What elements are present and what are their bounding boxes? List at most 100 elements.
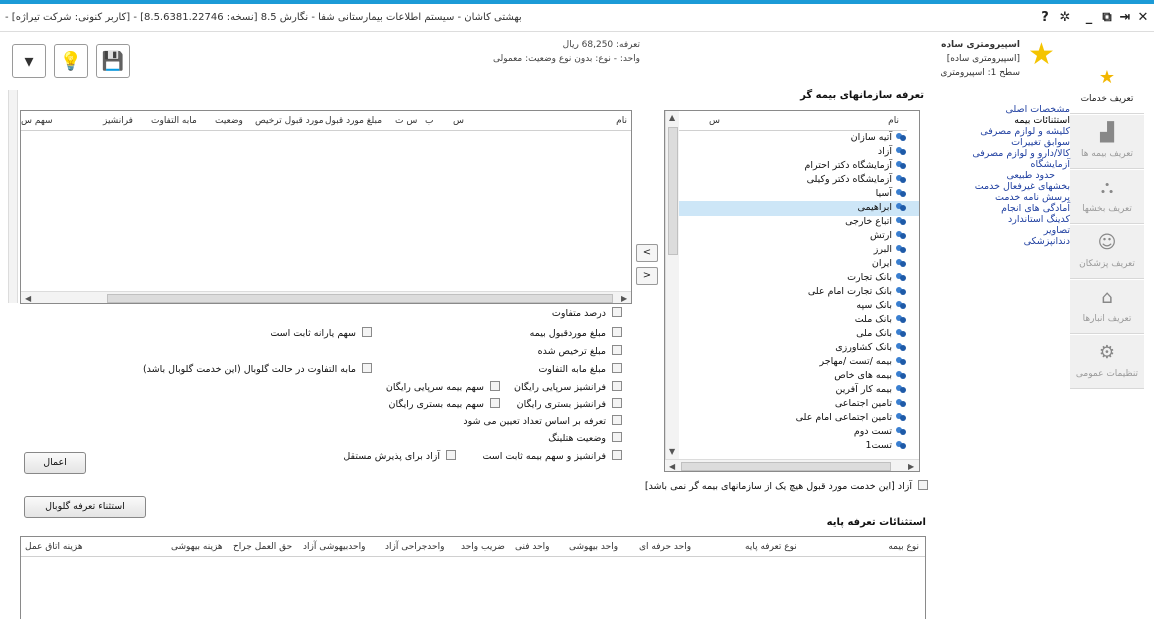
insurer-item[interactable]: آزمایشگاه دکتر احترام — [805, 159, 908, 174]
nav-item-doctors[interactable]: ☺ تعریف پزشکان — [1070, 225, 1144, 279]
checkbox-box[interactable] — [362, 327, 372, 337]
col-header: ب — [425, 116, 434, 126]
checkbox-box[interactable] — [612, 363, 622, 373]
close-button[interactable]: ✕ — [1134, 9, 1152, 27]
global-tariff-exception-button[interactable]: استثناء تعرفه گلوبال — [24, 496, 146, 518]
insurer-item[interactable]: بانک تجارت — [847, 271, 907, 286]
scroll-thumb[interactable] — [681, 462, 891, 471]
apply-button[interactable]: اعمال — [24, 452, 86, 474]
insurer-item[interactable]: بانک ملت — [855, 313, 907, 328]
checkbox-fixed-franchise[interactable]: فرانشیز و سهم بیمه ثابت است — [482, 450, 622, 464]
insurer-item[interactable]: ارتش — [870, 229, 907, 244]
scroll-thumb[interactable] — [107, 294, 613, 303]
insurer-item[interactable]: آسیا — [876, 187, 907, 202]
insurer-item[interactable]: ایران — [872, 257, 907, 272]
insurer-item[interactable]: اتباع خارجی — [845, 215, 907, 230]
tree-item[interactable]: آزمایشگاه — [1031, 159, 1070, 170]
checkbox-count-based-tariff[interactable]: تعرفه بر اساس تعداد تعیین می شود — [463, 415, 622, 429]
tree-item[interactable]: سوابق تغییرات — [1011, 137, 1070, 148]
insurer-item[interactable]: بیمه کار آفرین — [836, 383, 907, 398]
save-button[interactable]: 💾 — [96, 44, 130, 78]
title-divider — [0, 31, 1154, 32]
add-insurer-button[interactable]: < — [636, 244, 658, 262]
checkbox-box[interactable] — [612, 415, 622, 425]
checkbox-box[interactable] — [490, 381, 500, 391]
page-vscroll[interactable] — [8, 90, 18, 303]
insurance-icon: ▟ — [1100, 122, 1114, 143]
tree-item[interactable]: پرسش نامه خدمت — [995, 192, 1070, 203]
checkbox-box[interactable] — [612, 345, 622, 355]
nav-item-insurances[interactable]: ▟ تعریف بیمه ها — [1070, 115, 1144, 169]
checkbox-outpatient-franchise[interactable]: فرانشیز سرپایی رایگان — [514, 381, 622, 395]
checkbox-discharged-amount[interactable]: مبلغ ترخیص شده — [538, 345, 622, 359]
checkbox-box[interactable] — [612, 450, 622, 460]
insurer-item[interactable]: تامین اجتماعی امام علی — [796, 411, 907, 426]
checkbox-label: آزاد برای پذیرش مستقل — [343, 451, 440, 462]
checkbox-box[interactable] — [490, 398, 500, 408]
checkbox-box[interactable] — [612, 398, 622, 408]
checkbox-different-percent[interactable]: درصد متفاوت — [552, 307, 622, 321]
more-options-button[interactable]: ▾ — [12, 44, 46, 78]
tree-item[interactable]: کالا/دارو و لوازم مصرفی — [972, 148, 1070, 159]
insurer-item[interactable]: بانک سپه — [856, 299, 907, 314]
checkbox-hoteling[interactable]: وضعیت هتلینگ — [548, 432, 622, 446]
insurer-item[interactable]: بانک ملی — [856, 327, 907, 342]
tree-item[interactable]: دندانپزشکی — [1024, 236, 1070, 247]
idea-button[interactable]: 💡 — [54, 44, 88, 78]
help-button[interactable]: ? — [1036, 9, 1054, 27]
insurer-item[interactable]: بانک کشاورزی — [835, 341, 907, 356]
grid-hscroll[interactable]: ◀ ▶ — [21, 291, 631, 303]
organization-icon — [895, 341, 907, 352]
doctor-icon: ☺ — [1097, 232, 1117, 253]
insurer-item[interactable]: آزاد — [878, 145, 907, 160]
insurer-item[interactable]: بیمه /تست /مهاجر — [820, 355, 907, 370]
nav-item-departments[interactable]: ⛬ تعریف بخشها — [1070, 170, 1144, 224]
checkbox-difference-amount[interactable]: مبلغ مابه التفاوت — [538, 363, 622, 377]
insurer-item[interactable]: آتیه سازان — [851, 131, 907, 146]
checkbox-label: مبلغ مابه التفاوت — [538, 364, 606, 375]
checkbox-box[interactable] — [446, 450, 456, 460]
minimize-button[interactable]: _ — [1080, 9, 1098, 27]
insurer-item[interactable]: البرز — [874, 243, 907, 258]
tree-item[interactable]: تصاویر — [1044, 225, 1070, 236]
tree-item[interactable]: حدود طبیعی — [1007, 170, 1056, 181]
nav-item-warehouses[interactable]: ⌂ تعریف انبارها — [1070, 280, 1144, 334]
checkbox-box[interactable] — [612, 327, 622, 337]
tree-item[interactable]: آمادگی های انجام — [1001, 203, 1070, 214]
checkbox-box[interactable] — [612, 432, 622, 442]
insurers-vscroll[interactable]: ▲ ▼ — [665, 111, 679, 459]
nav-label: تعریف بخشها — [1082, 204, 1132, 214]
scroll-thumb[interactable] — [668, 127, 678, 255]
checkbox-global-difference[interactable]: مابه التفاوت در حالت گلوبال (این خدمت گل… — [143, 363, 372, 377]
checkbox-box[interactable] — [612, 381, 622, 391]
logout-button[interactable]: ⇥ — [1116, 9, 1134, 27]
insurer-item[interactable]: آزمایشگاه دکتر وکیلی — [807, 173, 907, 188]
free-checkbox[interactable]: آزاد [این خدمت مورد قبول هیچ یک از سازما… — [645, 480, 928, 494]
settings-icon[interactable]: ✲ — [1056, 9, 1074, 27]
insurer-item[interactable]: بیمه های خاص — [834, 369, 907, 384]
tree-item[interactable]: بخشهای غیرفعال خدمت — [975, 181, 1070, 192]
tree-item[interactable]: کدینگ استاندارد — [1008, 214, 1070, 225]
tree-item[interactable]: مشخصات اصلی — [1005, 104, 1070, 115]
tree-item[interactable]: استثنائات بیمه — [1014, 115, 1070, 126]
checkbox-box[interactable] — [362, 363, 372, 373]
checkbox-accepted-amount[interactable]: مبلغ موردقبول بیمه — [530, 327, 622, 341]
insurer-item[interactable]: ابراهیمی — [679, 201, 919, 216]
tree-item[interactable]: کلیشه و لوازم مصرفی — [980, 126, 1070, 137]
checkbox-inpatient-share[interactable]: سهم بیمه بستری رایگان — [389, 398, 500, 412]
insurer-item[interactable]: بانک تجارت امام علی — [808, 285, 907, 300]
checkbox-fixed-subsidy[interactable]: سهم یارانه ثابت است — [270, 327, 372, 341]
checkbox-box[interactable] — [918, 480, 928, 490]
insurer-item[interactable]: تست1 — [866, 439, 908, 454]
nav-item-services[interactable]: ★ تعریف خدمات — [1070, 60, 1144, 114]
checkbox-box[interactable] — [612, 307, 622, 317]
checkbox-outpatient-share[interactable]: سهم بیمه سرپایی رایگان — [386, 381, 500, 395]
checkbox-inpatient-franchise[interactable]: فرانشیز بستری رایگان — [517, 398, 622, 412]
nav-item-general-settings[interactable]: ⚙ تنظیمات عمومی — [1070, 335, 1144, 389]
insurer-item[interactable]: تست دوم — [854, 425, 907, 440]
insurers-hscroll[interactable]: ◀ ▶ — [665, 459, 919, 471]
checkbox-independent-admission[interactable]: آزاد برای پذیرش مستقل — [343, 450, 456, 464]
insurer-item[interactable]: تامین اجتماعی — [835, 397, 907, 412]
remove-insurer-button[interactable]: > — [636, 267, 658, 285]
restore-button[interactable]: ⧉ — [1098, 9, 1116, 27]
